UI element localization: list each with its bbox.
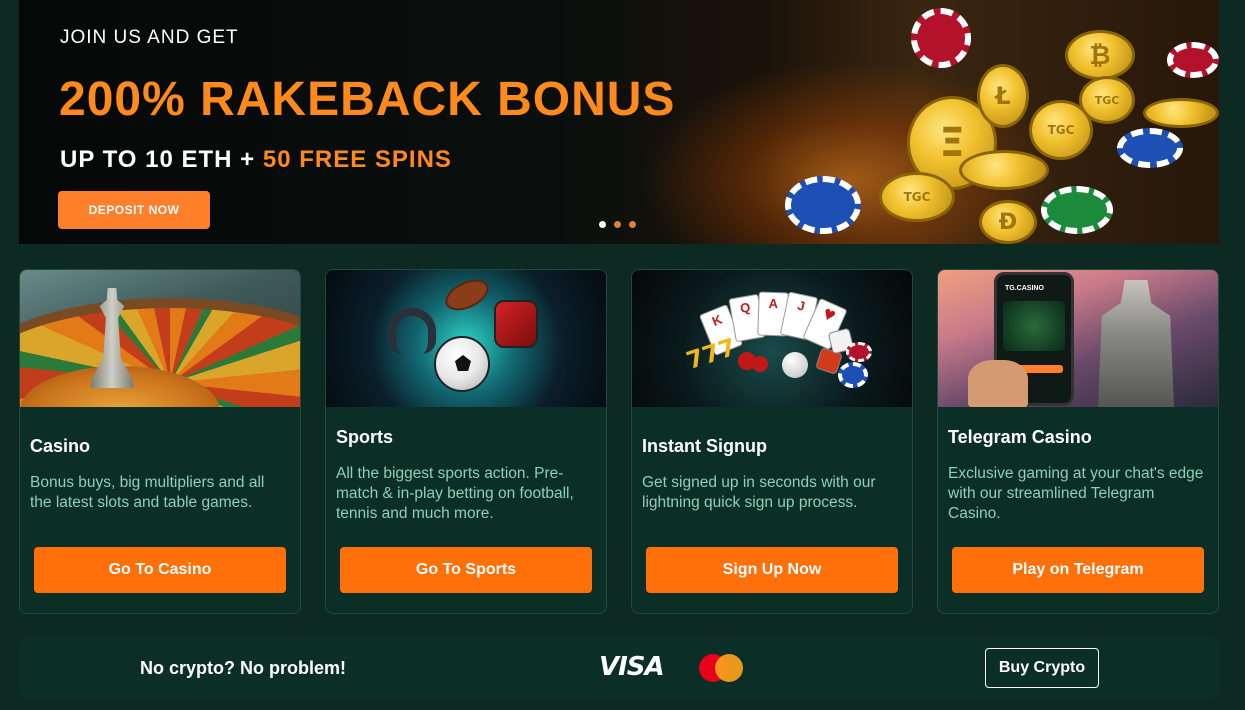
casino-card: Casino Bonus buys, big multipliers and a… (19, 269, 301, 614)
deposit-now-button[interactable]: DEPOSIT NOW (58, 191, 210, 229)
sports-card-image (326, 270, 606, 407)
crypto-purchase-strip: No crypto? No problem! VISA Buy Crypto (19, 638, 1219, 698)
bitcoin-coin-icon: ₿ (1065, 30, 1135, 80)
telegram-card-image: TG.CASINO (938, 270, 1218, 407)
gold-coin-icon (1143, 98, 1219, 128)
soccer-ball-icon (434, 336, 490, 392)
casino-card-image (20, 270, 300, 407)
hero-kicker: JOIN US AND GET (60, 27, 239, 48)
roulette-wheel-icon (20, 298, 300, 407)
instant-signup-card: K Q A J ♥ 777 Instant Signup Get signed … (631, 269, 913, 614)
signup-card-description: Get signed up in seconds with our lightn… (642, 474, 876, 511)
go-to-casino-button[interactable]: Go To Casino (34, 547, 286, 593)
litecoin-coin-icon: Ł (977, 64, 1029, 128)
telegram-casino-card: TG.CASINO Telegram Casino Exclusive gami… (937, 269, 1219, 614)
red-chip-icon (911, 8, 971, 68)
carousel-dot-2[interactable] (614, 221, 621, 228)
gold-coin-icon (959, 150, 1049, 190)
red-chip-icon (1167, 42, 1219, 78)
no-crypto-text: No crypto? No problem! (140, 658, 346, 678)
sign-up-now-button[interactable]: Sign Up Now (646, 547, 898, 593)
casino-card-title: Casino (30, 436, 91, 456)
tgc-coin-icon: TGC (879, 172, 955, 222)
phone-screen (1003, 301, 1065, 351)
tgc-coin-icon: TGC (1079, 76, 1135, 124)
red-chip-icon (846, 342, 872, 362)
hero-subtitle-main: UP TO 10 ETH + (60, 146, 263, 173)
carousel-dot-1[interactable] (599, 221, 606, 228)
sports-card-title: Sports (336, 427, 394, 447)
go-to-sports-button[interactable]: Go To Sports (340, 547, 592, 593)
sports-card-description: All the biggest sports action. Pre-match… (336, 465, 574, 522)
hand-icon (968, 360, 1028, 407)
hero-subtitle-accent: 50 FREE SPINS (262, 146, 452, 173)
dogecoin-coin-icon: Ð (979, 200, 1037, 244)
blue-chip-icon (838, 362, 868, 388)
cherries-icon (752, 356, 768, 372)
signup-card-image: K Q A J ♥ 777 (632, 270, 912, 407)
telegram-card-title: Telegram Casino (948, 427, 1092, 447)
boxing-glove-icon (494, 300, 538, 348)
casino-card-description: Bonus buys, big multipliers and all the … (30, 474, 265, 511)
telegram-card-description: Exclusive gaming at your chat's edge wit… (948, 465, 1204, 522)
headset-icon (388, 308, 436, 354)
sports-card: Sports All the biggest sports action. Pr… (325, 269, 607, 614)
blue-chip-icon (1117, 128, 1183, 168)
carousel-dots (599, 221, 636, 228)
visa-logo-icon: VISA (599, 652, 665, 682)
traveler-figure-icon (1098, 280, 1174, 407)
hero-title: 200% RAKEBACK BONUS (59, 73, 676, 126)
pearl-ball-icon (782, 352, 808, 378)
hero-banner: ₿ Ξ Ł TGC TGC TGC Ð JOIN US AND GET 200%… (19, 0, 1219, 244)
blue-chip-icon (785, 176, 861, 234)
american-football-icon (440, 273, 494, 317)
buy-crypto-button[interactable]: Buy Crypto (985, 648, 1099, 688)
green-chip-icon (1041, 186, 1113, 234)
hero-subtitle: UP TO 10 ETH + 50 FREE SPINS (60, 146, 452, 174)
phone-brand-label: TG.CASINO (1005, 285, 1044, 292)
carousel-dot-3[interactable] (629, 221, 636, 228)
mastercard-orange-circle (715, 654, 743, 682)
mastercard-logo-icon (699, 654, 743, 682)
lucky-sevens-icon: 777 (682, 332, 740, 376)
signup-card-title: Instant Signup (642, 436, 767, 456)
play-on-telegram-button[interactable]: Play on Telegram (952, 547, 1204, 593)
